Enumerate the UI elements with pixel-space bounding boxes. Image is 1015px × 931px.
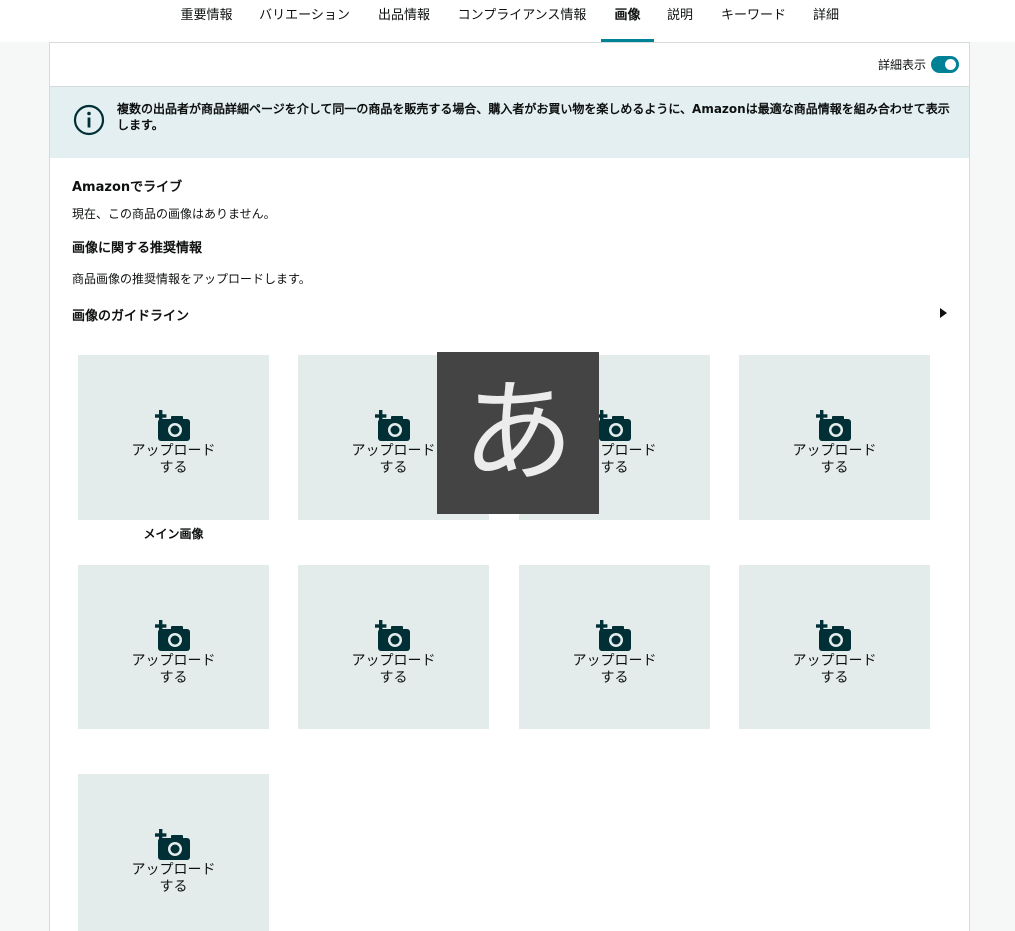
tab-description[interactable]: 説明 bbox=[666, 0, 694, 42]
camera-add-icon bbox=[596, 620, 632, 652]
detail-toggle-switch[interactable] bbox=[931, 56, 959, 73]
tab-details[interactable]: 詳細 bbox=[812, 0, 840, 42]
guidelines-heading[interactable]: 画像のガイドライン bbox=[72, 305, 189, 324]
detail-toggle-row: 詳細表示 bbox=[50, 43, 969, 87]
ime-indicator: あ bbox=[437, 352, 599, 514]
camera-add-icon bbox=[155, 410, 191, 442]
upload-tile[interactable]: アップロード する bbox=[78, 774, 269, 931]
camera-add-icon bbox=[596, 410, 632, 442]
upload-label-line1: アップロード bbox=[792, 653, 877, 669]
camera-add-icon bbox=[155, 620, 191, 652]
recommend-heading: 画像に関する推奨情報 bbox=[72, 241, 203, 256]
no-images-text: 現在、この商品の画像はありません。 bbox=[72, 207, 276, 221]
tab-offer[interactable]: 出品情報 bbox=[377, 0, 431, 42]
info-text: 複数の出品者が商品詳細ページを介して同一の商品を販売する場合、購入者がお買い物を… bbox=[117, 102, 950, 132]
upload-label: アップロード する bbox=[739, 443, 930, 477]
expand-arrow-icon[interactable] bbox=[940, 308, 947, 318]
camera-add-icon bbox=[816, 410, 852, 442]
info-icon bbox=[73, 104, 105, 136]
tab-bar: 重要情報 バリエーション 出品情報 コンプライアンス情報 画像 説明 キーワード… bbox=[0, 0, 1015, 42]
upload-label-line1: アップロード bbox=[131, 862, 216, 878]
upload-label: アップロード する bbox=[78, 653, 269, 687]
upload-label-line2: する bbox=[600, 670, 629, 686]
upload-label: アップロード する bbox=[298, 653, 489, 687]
upload-tile[interactable]: アップロード する bbox=[739, 565, 930, 729]
upload-label: アップロード する bbox=[519, 653, 710, 687]
upload-label: アップロード する bbox=[739, 653, 930, 687]
upload-label: アップロード する bbox=[78, 443, 269, 477]
upload-label-line2: する bbox=[159, 460, 188, 476]
upload-label-line2: する bbox=[159, 670, 188, 686]
upload-tile[interactable]: アップロード する bbox=[78, 355, 269, 520]
info-alert: 複数の出品者が商品詳細ページを介して同一の商品を販売する場合、購入者がお買い物を… bbox=[50, 87, 969, 158]
detail-toggle-label: 詳細表示 bbox=[877, 58, 926, 72]
toggle-knob bbox=[945, 59, 956, 70]
upload-label: アップロード する bbox=[78, 862, 269, 896]
camera-add-icon bbox=[375, 410, 411, 442]
upload-label-line2: する bbox=[379, 670, 408, 686]
tab-images[interactable]: 画像 bbox=[601, 0, 654, 42]
live-heading: Amazonでライブ bbox=[72, 180, 183, 195]
upload-tile[interactable]: アップロード する bbox=[519, 565, 710, 729]
upload-tile[interactable]: アップロード する bbox=[78, 565, 269, 729]
camera-add-icon bbox=[816, 620, 852, 652]
upload-label-line1: アップロード bbox=[131, 443, 216, 459]
upload-tile[interactable]: アップロード する bbox=[739, 355, 930, 520]
tab-variations[interactable]: バリエーション bbox=[258, 0, 351, 42]
camera-add-icon bbox=[155, 829, 191, 861]
tab-keywords[interactable]: キーワード bbox=[720, 0, 787, 42]
upload-label-line1: アップロード bbox=[792, 443, 877, 459]
upload-label-line1: アップロード bbox=[351, 653, 436, 669]
tab-important-info[interactable]: 重要情報 bbox=[180, 0, 233, 42]
tab-compliance[interactable]: コンプライアンス情報 bbox=[456, 0, 588, 42]
main-image-caption: メイン画像 bbox=[143, 527, 204, 541]
upload-label-line2: する bbox=[820, 460, 849, 476]
upload-label-line2: する bbox=[820, 670, 849, 686]
upload-label-line1: アップロード bbox=[131, 653, 216, 669]
camera-add-icon bbox=[375, 620, 411, 652]
upload-tile[interactable]: アップロード する bbox=[298, 565, 489, 729]
upload-label-line1: アップロード bbox=[572, 653, 657, 669]
recommend-text: 商品画像の推奨情報をアップロードします。 bbox=[72, 272, 311, 286]
upload-label-line2: する bbox=[159, 879, 188, 895]
